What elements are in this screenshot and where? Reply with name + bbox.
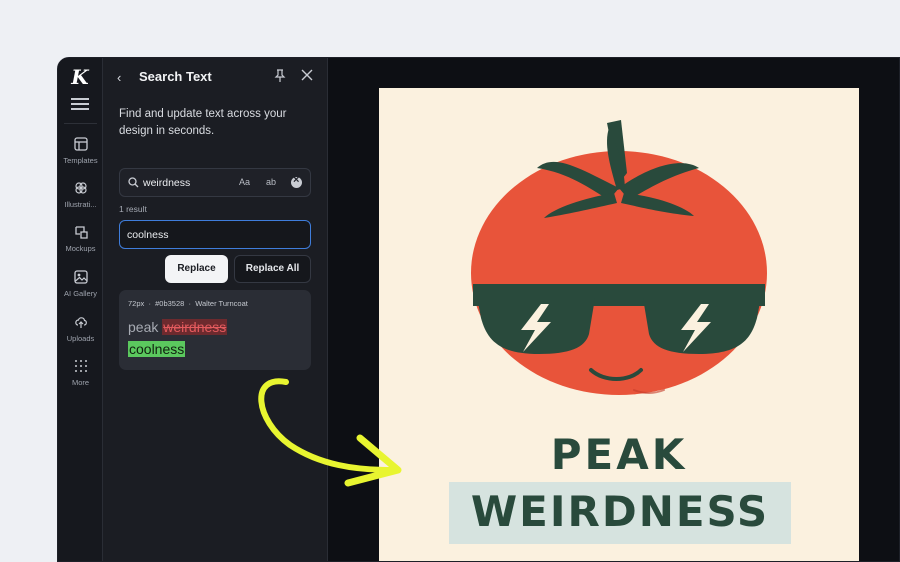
sidebar-item-templates[interactable]: Templates	[58, 137, 103, 165]
replace-input[interactable]: coolness	[119, 220, 311, 249]
search-icon	[128, 177, 139, 188]
grid-icon	[74, 360, 87, 372]
sidebar-item-more[interactable]: More	[58, 359, 103, 387]
panel-header: ‹ Search Text	[103, 58, 327, 96]
search-result-item[interactable]: 72px · #0b3528 · Walter Turncoat peak we…	[119, 290, 311, 370]
match-case-toggle[interactable]: Aa	[239, 177, 250, 187]
sidebar-item-label: Illustrati...	[64, 200, 97, 209]
app-logo[interactable]: K	[69, 66, 91, 88]
search-text-panel: ‹ Search Text Find and update text acros…	[103, 58, 328, 561]
sidebar-item-label: More	[71, 378, 90, 387]
removed-text: weirdness	[162, 319, 228, 335]
replace-button[interactable]: Replace	[165, 255, 228, 283]
replace-all-button[interactable]: Replace All	[234, 255, 311, 283]
result-font-size: 72px	[128, 299, 145, 308]
result-preview-line: peak weirdness	[128, 319, 228, 335]
tomato-illustration[interactable]	[459, 108, 779, 408]
close-icon[interactable]	[301, 69, 313, 81]
upload-icon	[74, 317, 87, 328]
sidebar-item-mockups[interactable]: Mockups	[58, 225, 103, 253]
sidebar-item-illustrations[interactable]: Illustrati...	[58, 181, 103, 209]
meta-separator: ·	[186, 299, 194, 308]
mockup-icon	[74, 226, 88, 239]
result-font: Walter Turncoat	[195, 299, 248, 308]
layout-icon	[73, 137, 88, 151]
whole-word-toggle[interactable]: ab	[266, 177, 276, 187]
sidebar-item-label: Uploads	[66, 334, 95, 343]
sidebar-item-label: Templates	[63, 156, 98, 165]
clear-search-icon[interactable]	[291, 174, 302, 188]
flower-icon	[74, 182, 87, 194]
sidebar-item-ai-gallery[interactable]: AI Gallery	[58, 270, 103, 298]
artboard[interactable]: PEAK WEIRDNESS	[379, 88, 859, 561]
panel-title: Search Text	[139, 69, 212, 84]
result-count: 1 result	[119, 204, 147, 214]
headline-line-2[interactable]: WEIRDNESS	[449, 487, 791, 536]
image-icon	[73, 270, 88, 284]
sidebar-item-label: Mockups	[65, 244, 96, 253]
result-color: #0b3528	[155, 299, 185, 308]
added-text: coolness	[128, 341, 186, 357]
headline-line-1[interactable]: PEAK	[379, 430, 859, 479]
meta-separator: ·	[146, 299, 154, 308]
search-input[interactable]: weirdness Aa ab	[119, 168, 311, 197]
design-canvas[interactable]: PEAK WEIRDNESS	[328, 58, 899, 561]
pin-icon[interactable]	[274, 69, 286, 83]
sidebar-rail: K Templates Illustrati... Mockups AI Gal…	[58, 58, 103, 561]
hamburger-menu-icon[interactable]	[71, 98, 89, 112]
sidebar-item-uploads[interactable]: Uploads	[58, 315, 103, 343]
rail-divider	[64, 123, 97, 124]
result-prefix: peak	[128, 319, 159, 335]
result-meta: 72px · #0b3528 · Walter Turncoat	[128, 299, 248, 308]
panel-description: Find and update text across your design …	[119, 108, 287, 137]
sidebar-item-label: AI Gallery	[64, 289, 97, 298]
chevron-left-icon[interactable]: ‹	[117, 70, 121, 85]
result-replacement-line: coolness	[128, 341, 186, 357]
app-window: K Templates Illustrati... Mockups AI Gal…	[57, 57, 900, 562]
search-value[interactable]: weirdness	[143, 177, 190, 189]
